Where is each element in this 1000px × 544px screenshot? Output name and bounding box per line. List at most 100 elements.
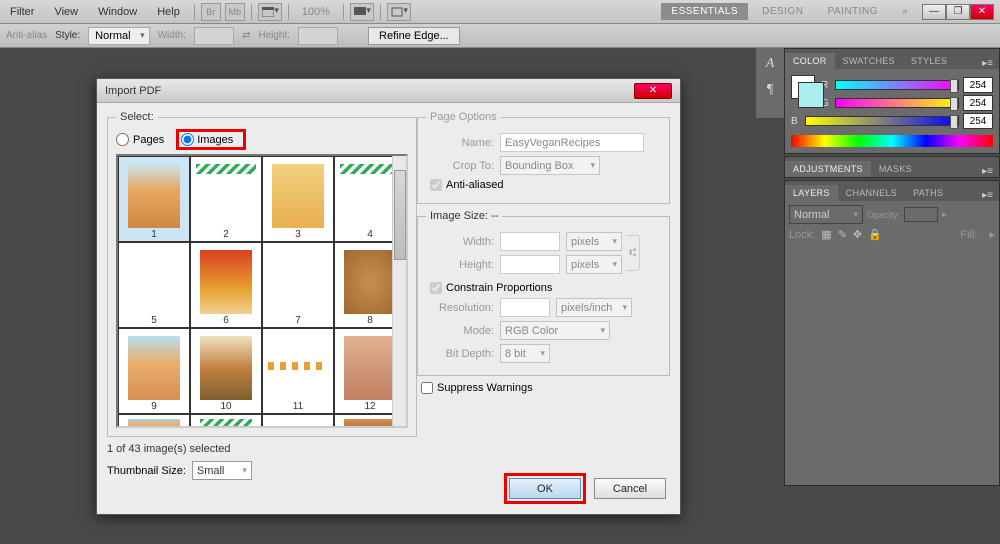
slider-r[interactable] <box>835 80 959 90</box>
thumbnail-11[interactable]: 11 <box>262 328 334 414</box>
select-fieldset: Select: Pages Images 123456789101112 <box>107 111 417 437</box>
val-r[interactable]: 254 <box>963 77 993 93</box>
window-minimize-icon[interactable]: — <box>922 4 946 20</box>
zoom-level[interactable]: 100% <box>293 3 339 21</box>
toolbar-btn-br[interactable]: Br <box>201 3 221 21</box>
opacity-arrow-icon[interactable]: ▸ <box>942 209 947 220</box>
highlight-ok: OK <box>504 473 586 504</box>
menu-filter[interactable]: Filter <box>0 6 44 18</box>
panel-menu-icon[interactable]: ▸≡ <box>976 190 999 201</box>
type-tool-strip: A ¶ <box>756 48 784 118</box>
thumb-size-select[interactable]: Small <box>192 461 252 480</box>
workspace-more[interactable]: » <box>892 3 918 20</box>
radio-images[interactable] <box>181 133 194 146</box>
thumbnail-3[interactable]: 3 <box>262 156 334 242</box>
val-g[interactable]: 254 <box>963 95 993 111</box>
thumbs-scrollbar[interactable] <box>392 156 406 426</box>
panel-menu-icon[interactable]: ▸≡ <box>976 166 999 177</box>
thumbnail-6[interactable]: 6 <box>190 242 262 328</box>
mode-select: RGB Color <box>500 321 610 340</box>
antialiased-label: Anti-aliased <box>446 179 503 191</box>
dialog-title: Import PDF <box>105 85 634 97</box>
cancel-button[interactable]: Cancel <box>594 478 666 499</box>
val-b[interactable]: 254 <box>963 113 993 129</box>
bitdepth-label: Bit Depth: <box>426 348 494 360</box>
opt-width-label: Width: <box>158 30 186 41</box>
thumbnail-1[interactable]: 1 <box>118 156 190 242</box>
link-icon: ⑆ <box>626 235 640 271</box>
fill-arrow-icon[interactable]: ▸ <box>989 228 995 241</box>
workspace-essentials[interactable]: ESSENTIALS <box>661 3 748 20</box>
window-maximize-icon[interactable]: ❐ <box>946 4 970 20</box>
slider-b-label: B <box>791 116 801 127</box>
thumbnail-partial[interactable] <box>118 414 190 428</box>
crop-label: Crop To: <box>426 160 494 172</box>
lock-label: Lock: <box>789 229 815 241</box>
constrain-check <box>430 282 442 294</box>
lock-transparent-icon[interactable]: ▦ <box>821 228 831 241</box>
tab-styles[interactable]: STYLES <box>903 53 955 69</box>
thumbnail-10[interactable]: 10 <box>190 328 262 414</box>
hue-ramp[interactable] <box>791 135 993 147</box>
suppress-check[interactable] <box>421 382 433 394</box>
blend-mode-select[interactable]: Normal <box>789 205 863 224</box>
tab-adjustments[interactable]: ADJUSTMENTS <box>785 161 871 177</box>
toolbar-screen-dropdown[interactable] <box>350 3 374 21</box>
panel-menu-icon[interactable]: ▸≡ <box>976 58 999 69</box>
type-tool-a-icon[interactable]: A <box>766 56 775 72</box>
width-label: Width: <box>426 236 494 248</box>
swap-icon: ⇄ <box>242 30 250 41</box>
thumb-size-label: Thumbnail Size: <box>107 465 186 477</box>
bitdepth-select: 8 bit <box>500 344 550 363</box>
workspace-painting[interactable]: PAINTING <box>817 3 887 20</box>
tab-masks[interactable]: MASKS <box>871 161 920 177</box>
tab-paths[interactable]: PATHS <box>905 185 951 201</box>
thumbnail-partial[interactable] <box>190 414 262 428</box>
thumbnail-5[interactable]: 5 <box>118 242 190 328</box>
dialog-close-button[interactable]: ✕ <box>634 83 672 99</box>
slider-g[interactable] <box>835 98 959 108</box>
thumbnail-9[interactable]: 9 <box>118 328 190 414</box>
radio-pages-label[interactable]: Pages <box>133 134 164 146</box>
radio-pages[interactable] <box>116 133 129 146</box>
layers-panel: LAYERS CHANNELS PATHS ▸≡ Normal Opacity:… <box>784 180 1000 486</box>
select-legend: Select: <box>116 111 158 123</box>
refine-edge-button[interactable]: Refine Edge... <box>368 27 460 45</box>
opt-style-label: Style: <box>55 30 80 41</box>
thumbnail-partial[interactable] <box>262 414 334 428</box>
color-swatch[interactable] <box>791 75 815 99</box>
import-pdf-dialog: Import PDF ✕ Select: Pages Images 123456… <box>96 78 681 515</box>
width-input <box>500 232 560 251</box>
opt-style-select[interactable]: Normal <box>88 27 149 45</box>
radio-images-label[interactable]: Images <box>197 134 233 146</box>
thumbnail-7[interactable]: 7 <box>262 242 334 328</box>
lock-all-icon[interactable]: 🔒 <box>868 228 882 241</box>
height-unit: pixels <box>566 255 622 274</box>
menu-help[interactable]: Help <box>147 6 190 18</box>
lock-paint-icon[interactable]: ✎ <box>838 228 847 241</box>
crop-select: Bounding Box <box>500 156 600 175</box>
tab-swatches[interactable]: SWATCHES <box>835 53 903 69</box>
toolbar-view-dropdown[interactable] <box>387 3 411 21</box>
menu-window[interactable]: Window <box>88 6 147 18</box>
width-unit: pixels <box>566 232 622 251</box>
workspace-design[interactable]: DESIGN <box>752 3 813 20</box>
height-label: Height: <box>426 259 494 271</box>
toolbar-btn-mb[interactable]: Mb <box>225 3 245 21</box>
menu-view[interactable]: View <box>44 6 88 18</box>
paragraph-tool-icon[interactable]: ¶ <box>767 82 773 98</box>
opt-width-input <box>194 27 234 45</box>
opacity-input[interactable] <box>904 207 938 222</box>
slider-b[interactable] <box>805 116 959 126</box>
tab-layers[interactable]: LAYERS <box>785 185 838 201</box>
lock-move-icon[interactable]: ✥ <box>853 228 862 241</box>
thumbnails-container: 123456789101112 <box>116 154 408 428</box>
dialog-titlebar[interactable]: Import PDF ✕ <box>97 79 680 103</box>
tab-color[interactable]: COLOR <box>785 53 835 69</box>
toolbar-arrange-dropdown[interactable] <box>258 3 282 21</box>
resolution-unit: pixels/inch <box>556 298 632 317</box>
thumbnail-2[interactable]: 2 <box>190 156 262 242</box>
window-close-icon[interactable]: ✕ <box>970 4 994 20</box>
tab-channels[interactable]: CHANNELS <box>838 185 905 201</box>
ok-button[interactable]: OK <box>509 478 581 499</box>
